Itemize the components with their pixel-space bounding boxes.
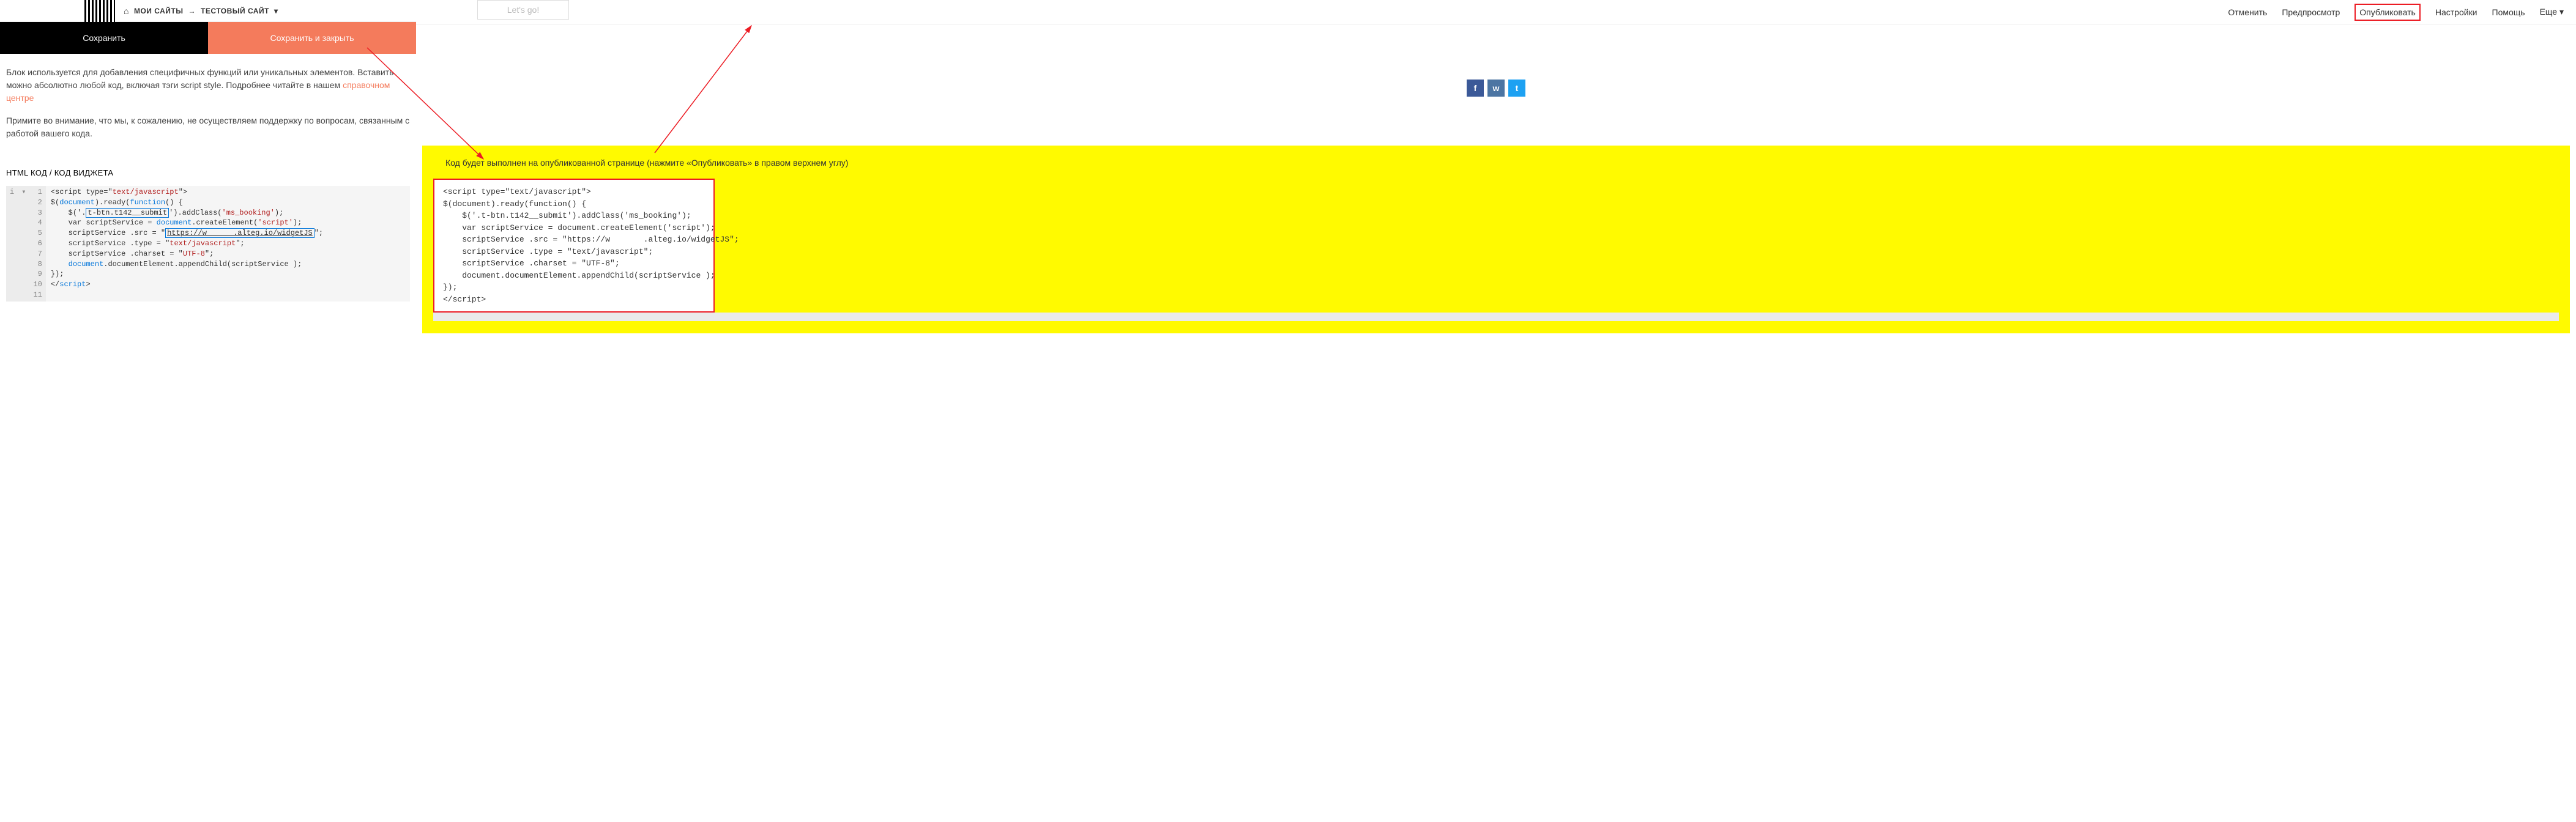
- yellow-caption: Код будет выполнен на опубликованной стр…: [433, 158, 2559, 168]
- lets-go-button[interactable]: Let's go!: [477, 0, 569, 20]
- breadcrumb: ⌂ МОИ САЙТЫ → ТЕСТОВЫЙ САЙТ ▾: [121, 6, 280, 16]
- home-icon[interactable]: ⌂: [124, 6, 129, 16]
- breadcrumb-site[interactable]: ТЕСТОВЫЙ САЙТ: [201, 7, 269, 15]
- section-title: HTML КОД / КОД ВИДЖЕТА: [0, 156, 416, 183]
- chevron-down-icon: ▾: [2559, 7, 2564, 17]
- line-gutter: 1 2 3 4 5 6 7 8 9 10 11: [29, 186, 45, 302]
- facebook-icon[interactable]: f: [1467, 80, 1484, 97]
- arrow-icon: →: [188, 7, 196, 15]
- logo-icon: [84, 0, 115, 22]
- yellow-notice: Код будет выполнен на опубликованной стр…: [422, 146, 2570, 333]
- chevron-down-icon[interactable]: ▾: [274, 7, 278, 15]
- code-text[interactable]: <script type="text/javascript"> $(docume…: [46, 186, 410, 302]
- fold-icon[interactable]: ▾: [18, 186, 29, 302]
- social-icons: f w t: [416, 80, 2576, 97]
- action-buttons: Сохранить Сохранить и закрыть: [0, 22, 416, 54]
- menu-settings[interactable]: Настройки: [2435, 7, 2477, 17]
- left-top-nav: ⌂ МОИ САЙТЫ → ТЕСТОВЫЙ САЙТ ▾: [0, 0, 416, 22]
- vk-icon[interactable]: w: [1487, 80, 1505, 97]
- twitter-icon[interactable]: t: [1508, 80, 1525, 97]
- info-gutter-icon: i: [6, 186, 18, 302]
- info-text: Блок используется для добавления специфи…: [0, 54, 416, 156]
- menu-cancel[interactable]: Отменить: [2228, 7, 2267, 17]
- top-menu: Отменить Предпросмотр Опубликовать Настр…: [416, 0, 2576, 24]
- save-button[interactable]: Сохранить: [0, 22, 208, 54]
- breadcrumb-my-sites[interactable]: МОИ САЙТЫ: [134, 7, 184, 15]
- menu-help[interactable]: Помощь: [2492, 7, 2525, 17]
- code-preview: <script type="text/javascript"> $(docume…: [433, 179, 715, 313]
- menu-publish[interactable]: Опубликовать: [2355, 4, 2421, 21]
- grey-strip: [433, 313, 2559, 321]
- info-p2: Примите во внимание, что мы, к сожалению…: [6, 114, 410, 140]
- menu-more[interactable]: Еще ▾: [2540, 7, 2564, 17]
- info-p1: Блок используется для добавления специфи…: [6, 67, 393, 90]
- menu-preview[interactable]: Предпросмотр: [2282, 7, 2340, 17]
- save-close-button[interactable]: Сохранить и закрыть: [208, 22, 416, 54]
- code-editor[interactable]: i ▾ 1 2 3 4 5 6 7 8 9 10 11 <script type…: [6, 186, 410, 302]
